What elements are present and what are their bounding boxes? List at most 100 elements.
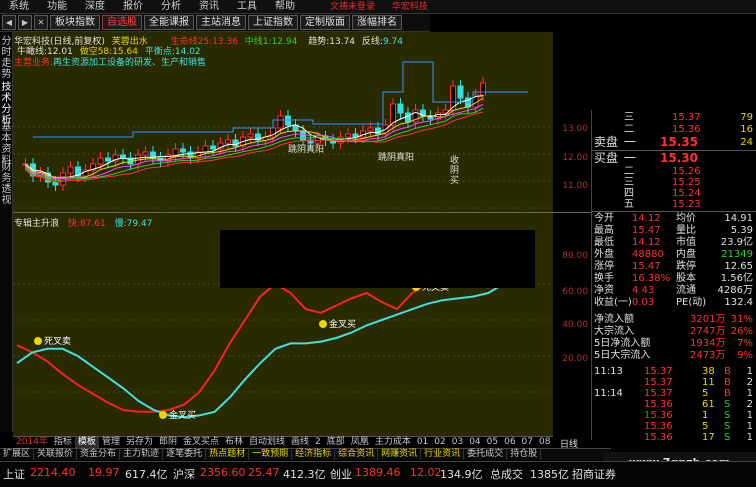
function-tab[interactable]: 资金分布 [77, 449, 121, 460]
ask-price: 15.36 [672, 124, 701, 135]
indicator-tab[interactable]: 指标 [51, 437, 75, 448]
fund-flow-row: 净流入额 3201万 31% [592, 314, 756, 325]
stats-value: 48880 [632, 249, 664, 260]
indicator-tab[interactable]: 2 [312, 437, 324, 448]
indicator-tab[interactable]: 金叉买点 [180, 437, 222, 448]
stats-row: 最低 14.12 市值 23.9亿 [592, 237, 756, 248]
menu-system[interactable]: 系统 [0, 0, 38, 14]
candle-body [345, 133, 351, 138]
stock-name: 华宏科技 [391, 2, 428, 12]
stats-label: 收益(一) [594, 297, 632, 308]
candle-body [367, 127, 374, 132]
custom-layout-button[interactable]: 定制版面 [300, 15, 350, 30]
tab-technical[interactable]: 技术分析 [0, 82, 13, 126]
menu-quote[interactable]: 报价 [114, 0, 152, 14]
indicator-tab[interactable]: 05 [484, 437, 501, 448]
bid-level: 二 [624, 166, 634, 177]
gain-rank-button[interactable]: 涨幅排名 [352, 15, 402, 30]
course-report-button[interactable]: 全能课报 [144, 15, 194, 30]
forward-arrow-icon[interactable]: ▶ [18, 15, 32, 30]
stats-value: 4286万 [717, 285, 753, 296]
function-tab[interactable]: 综合资讯 [335, 449, 379, 460]
bid-level: 四 [624, 188, 634, 199]
bid-row: 五 15.23 [592, 199, 756, 210]
stats-row: 外盘 48880 内盘 21349 [592, 249, 756, 260]
menu-depth[interactable]: 深度 [76, 0, 114, 14]
tab-intraday[interactable]: 分时走势 [0, 36, 13, 80]
indicator-tab[interactable]: 凤凰 [348, 437, 372, 448]
ask-level: 二 [624, 124, 634, 135]
function-tab[interactable]: 委托成交 [464, 449, 508, 460]
stats-value: 0.03 [632, 297, 655, 308]
function-tab[interactable]: 网赚资讯 [378, 449, 422, 460]
indicator-tab[interactable]: 布林 [222, 437, 246, 448]
broker-name: 招商证券 [572, 468, 616, 481]
stats-value: 14.91 [724, 213, 753, 224]
function-tab[interactable]: 经济指标 [292, 449, 336, 460]
function-tab[interactable]: 扩展区 [0, 449, 35, 460]
total-turnover-value: 1385亿 [530, 468, 569, 481]
function-tab[interactable]: 持仓股 [507, 449, 542, 460]
sector-index-button[interactable]: 板块指数 [50, 15, 100, 30]
candle-body [232, 139, 239, 147]
stats-label: PE(动) [676, 297, 707, 308]
tick-price: 15.36 [644, 399, 673, 410]
menu-help[interactable]: 帮助 [266, 0, 304, 14]
indicator-tab[interactable]: 画线 [288, 437, 312, 448]
candle-body [172, 148, 179, 156]
indicator-tab[interactable]: 主力成本 [372, 437, 414, 448]
function-tab[interactable]: 行业资讯 [421, 449, 465, 460]
close-icon[interactable]: ✕ [34, 15, 48, 30]
function-tab[interactable]: 热点题材 [206, 449, 250, 460]
indicator-tab[interactable]: 管理 [99, 437, 123, 448]
flow-percent: 7% [737, 338, 753, 349]
tick-count: 1 [746, 421, 753, 432]
kline-svg [13, 61, 553, 209]
indicator-tab[interactable]: 08 [536, 437, 553, 448]
indicator-tab[interactable]: 底部 [324, 437, 348, 448]
function-tab[interactable]: 逐笔委托 [163, 449, 207, 460]
indicator-tab[interactable]: 自动划线 [246, 437, 288, 448]
sh-index-button[interactable]: 上证指数 [248, 15, 298, 30]
stats-value: 12.65 [724, 261, 753, 272]
menu-tools[interactable]: 工具 [228, 0, 266, 14]
indicator-tab[interactable]: 07 [519, 437, 536, 448]
indicator-tab[interactable]: 模板 [74, 437, 99, 448]
indicator-tab[interactable]: 04 [466, 437, 483, 448]
back-arrow-icon[interactable]: ◀ [2, 15, 16, 30]
watchlist-button[interactable]: 自选股 [102, 15, 142, 30]
indicator-tab[interactable]: 02 [431, 437, 448, 448]
candle-body [180, 148, 186, 153]
function-tab[interactable]: 一致预期 [249, 449, 293, 460]
ask-price: 15.37 [672, 112, 701, 123]
tab-profile[interactable]: 基本资料 [0, 122, 13, 166]
signal-dot [319, 320, 327, 328]
indicator-tab[interactable]: 郎阴 [156, 437, 180, 448]
function-tab[interactable]: 关联报价 [34, 449, 78, 460]
menu-analysis[interactable]: 分析 [152, 0, 190, 14]
sh-label: 上证 [3, 468, 25, 481]
divider [592, 211, 756, 212]
menu-news[interactable]: 资讯 [190, 0, 228, 14]
main-news-button[interactable]: 主站消息 [196, 15, 246, 30]
function-tabs: 扩展区 关联报价 资金分布 主力轨迹 逐笔委托 热点题材 一致预期 经济指标 综合资讯 网赚资讯行… [0, 448, 611, 460]
flow-label: 5日净流入额 [594, 338, 651, 349]
sh-value: 2214.40 [30, 466, 76, 479]
total-turnover-label: 总成交 [490, 468, 523, 481]
indicator-tab[interactable]: 01 [414, 437, 431, 448]
flow-value: 2747万 [690, 326, 726, 337]
tick-volume: 11 [702, 377, 715, 388]
bid-label: 买盘 [594, 151, 619, 165]
flow-percent: 26% [730, 326, 753, 337]
indicator-tab[interactable]: 06 [501, 437, 518, 448]
tab-finance[interactable]: 财务透视 [0, 162, 13, 206]
cy-label: 创业 [330, 468, 352, 481]
candle-body [405, 112, 411, 123]
indicator-tab[interactable]: 03 [449, 437, 466, 448]
function-tab[interactable]: 主力轨迹 [120, 449, 164, 460]
kline-chart[interactable]: 华宏科技(日线,前复权) 芙蓉出水 生命线25:13.36 中线1:12.94 … [13, 32, 553, 212]
menu-function[interactable]: 功能 [38, 0, 76, 14]
indicator-tab[interactable]: 另存为 [123, 437, 156, 448]
tick-price: 15.36 [644, 410, 673, 421]
tick-volume: 5 [702, 388, 709, 399]
